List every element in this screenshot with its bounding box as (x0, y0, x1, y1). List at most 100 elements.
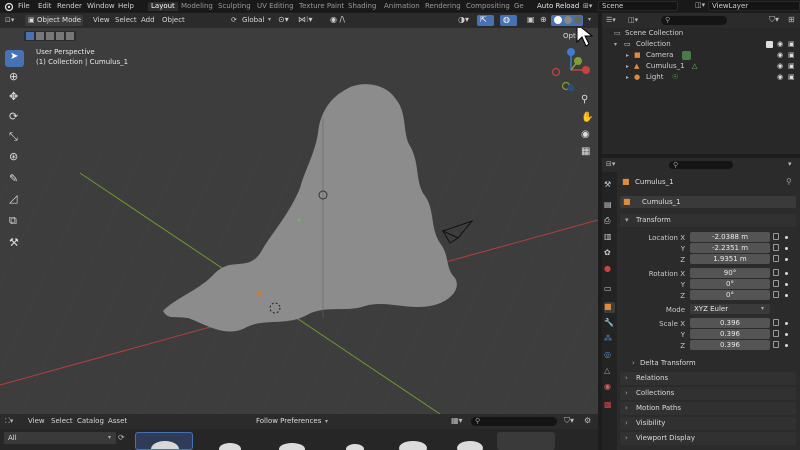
camera-expand-icon[interactable]: ▸ (626, 50, 629, 61)
outliner-row-collection[interactable]: ▾ ▭ Collection ◉ ▣ (602, 39, 800, 50)
asset-thumbnail-empty[interactable] (497, 432, 555, 450)
rotation-z-field[interactable]: 0° (690, 290, 770, 300)
collection-checkbox[interactable] (766, 41, 773, 48)
menu-window[interactable]: Window (87, 2, 115, 11)
light-object-dot[interactable] (297, 218, 301, 222)
relations-panel-header[interactable]: › Relations (620, 372, 796, 385)
select-subtract-icon[interactable] (46, 32, 54, 40)
properties-options-chevron-icon[interactable]: ▾ (788, 160, 792, 168)
asset-filter-icon[interactable]: ⛉▾ (564, 416, 574, 426)
cumulus-expand-icon[interactable]: ▸ (626, 61, 629, 72)
render-tab-icon[interactable]: ▤ (604, 200, 615, 211)
pivot-point-icon[interactable]: ⊙▾ (278, 15, 289, 24)
asset-display-mode-icon[interactable]: ▦▾ (451, 416, 463, 425)
scale-z-field[interactable]: 0.396 (690, 340, 770, 350)
outliner-row-cumulus[interactable]: ▸ ▲ Cumulus_1 △ ◉ ▣ (602, 61, 800, 72)
select-invert-icon[interactable] (56, 32, 64, 40)
rotation-y-field[interactable]: 0° (690, 279, 770, 289)
gizmo-neg-x-axis[interactable] (551, 67, 561, 77)
light-render-icon[interactable]: ▣ (788, 72, 795, 83)
solid-shading-icon[interactable] (554, 16, 562, 24)
rotation-y-keyframe-dot[interactable] (785, 283, 788, 286)
select-new-icon[interactable] (26, 32, 34, 40)
visibility-panel-header[interactable]: › Visibility (620, 417, 796, 430)
object-origin-dot[interactable] (257, 291, 261, 295)
rotation-mode-dropdown[interactable]: XYZ Euler ▾ (690, 304, 770, 314)
location-y-keyframe-dot[interactable] (785, 247, 788, 250)
scale-x-lock-icon[interactable] (773, 319, 779, 326)
location-x-field[interactable]: -2.0388 m (690, 232, 770, 242)
viewport-display-panel-header[interactable]: › Viewport Display (620, 432, 796, 445)
asset-menu-select[interactable]: Select (51, 417, 73, 425)
tab-uv-editing[interactable]: UV Editing (257, 2, 294, 11)
viewport-menu-add[interactable]: Add (141, 16, 155, 24)
object-mode-dropdown[interactable]: ▣ Object Mode (25, 15, 83, 26)
tool-move[interactable]: ✥ (5, 90, 24, 107)
particles-tab-icon[interactable]: ⁂ (604, 334, 615, 345)
location-z-field[interactable]: 1.9351 m (690, 254, 770, 264)
location-z-keyframe-dot[interactable] (785, 258, 788, 261)
gizmo-z-axis[interactable] (567, 48, 575, 56)
viewport-menu-view[interactable]: View (93, 16, 110, 24)
physics-tab-icon[interactable]: ◎ (604, 350, 615, 361)
asset-thumbnail-cloud-5[interactable] (385, 432, 443, 450)
outliner-search-input[interactable]: ⚲ (660, 15, 728, 26)
overlays-toggle[interactable]: ◍ (500, 15, 517, 26)
scale-z-lock-icon[interactable] (773, 341, 779, 348)
scale-x-field[interactable]: 0.396 (690, 318, 770, 328)
location-y-field[interactable]: -2.2351 m (690, 243, 770, 253)
tool-cursor[interactable]: ⊕ (5, 70, 24, 87)
tool-annotate[interactable]: ✎ (5, 172, 24, 189)
cumulus-render-icon[interactable]: ▣ (788, 61, 795, 72)
delta-transform-subpanel[interactable]: › Delta Transform (630, 357, 790, 369)
viewport-scene[interactable] (0, 28, 598, 414)
asset-thumbnail-cloud-2[interactable] (200, 432, 258, 450)
asset-menu-view[interactable]: View (28, 417, 45, 425)
xray-icon[interactable]: ▣ (527, 15, 535, 24)
asset-thumbnail-cloud-3[interactable] (262, 432, 320, 450)
gizmo-x-axis[interactable] (582, 66, 590, 74)
asset-search-input[interactable]: ⚲ (470, 416, 558, 427)
camera-visibility-icon[interactable]: ◉ (777, 50, 783, 61)
asset-menu-asset[interactable]: Asset (108, 417, 127, 425)
proportional-editing-icon[interactable]: ◉ /\ (330, 15, 345, 24)
location-z-lock-icon[interactable] (773, 255, 779, 262)
transform-panel-header[interactable]: ▾ Transform (620, 214, 796, 227)
view-layer-field[interactable]: ViewLayer (708, 1, 800, 11)
tab-animation[interactable]: Animation (384, 2, 420, 11)
rotation-z-keyframe-dot[interactable] (785, 294, 788, 297)
tool-measure[interactable]: ◿ (5, 192, 24, 209)
tool-extra[interactable]: ⚒ (5, 236, 24, 253)
asset-editor-type-icon[interactable]: ⛶▾ (5, 417, 13, 426)
pin-icon[interactable]: ⚲ (786, 177, 792, 186)
asset-thumbnail-cloud-4[interactable] (325, 432, 383, 450)
tool-add-cube[interactable]: ⧉ (5, 214, 24, 231)
asset-library-dropdown[interactable]: All ▾ (4, 432, 116, 444)
viewport-menu-select[interactable]: Select (115, 16, 137, 24)
select-intersect-icon[interactable] (66, 32, 74, 40)
object-tab-icon[interactable]: ■ (604, 302, 615, 313)
scale-z-keyframe-dot[interactable] (785, 344, 788, 347)
motion-paths-panel-header[interactable]: › Motion Paths (620, 402, 796, 415)
wireframe-shading-icon[interactable]: ⊕ (540, 15, 547, 24)
rendered-shading-icon[interactable] (574, 16, 582, 24)
orientation-dropdown[interactable]: Global (242, 16, 264, 24)
asset-menu-catalog[interactable]: Catalog (77, 417, 104, 425)
tab-layout[interactable]: Layout (148, 2, 178, 11)
collection-tab-icon[interactable]: ▭ (604, 284, 615, 295)
shading-options-chevron-icon[interactable]: ▾ (588, 16, 591, 23)
scale-x-keyframe-dot[interactable] (785, 322, 788, 325)
tab-rendering[interactable]: Rendering (425, 2, 461, 11)
gizmo-neg-z-axis[interactable] (567, 84, 575, 92)
location-x-lock-icon[interactable] (773, 233, 779, 240)
texture-tab-icon[interactable]: ▩ (604, 400, 615, 411)
menu-file[interactable]: File (18, 2, 30, 11)
outliner-editor-type-icon[interactable]: ☰▾ (606, 16, 616, 24)
tab-geometry-nodes[interactable]: Ge (514, 2, 524, 11)
display-mode-icon[interactable]: ◫▾ (628, 16, 638, 24)
cumulus-visibility-icon[interactable]: ◉ (777, 61, 783, 72)
blender-logo-icon[interactable] (4, 2, 13, 11)
scale-y-lock-icon[interactable] (773, 330, 779, 337)
outliner-row-camera[interactable]: ▸ ■ Camera ◉ ▣ (602, 50, 800, 61)
asset-thumbnail-cloud-1[interactable] (135, 432, 193, 450)
